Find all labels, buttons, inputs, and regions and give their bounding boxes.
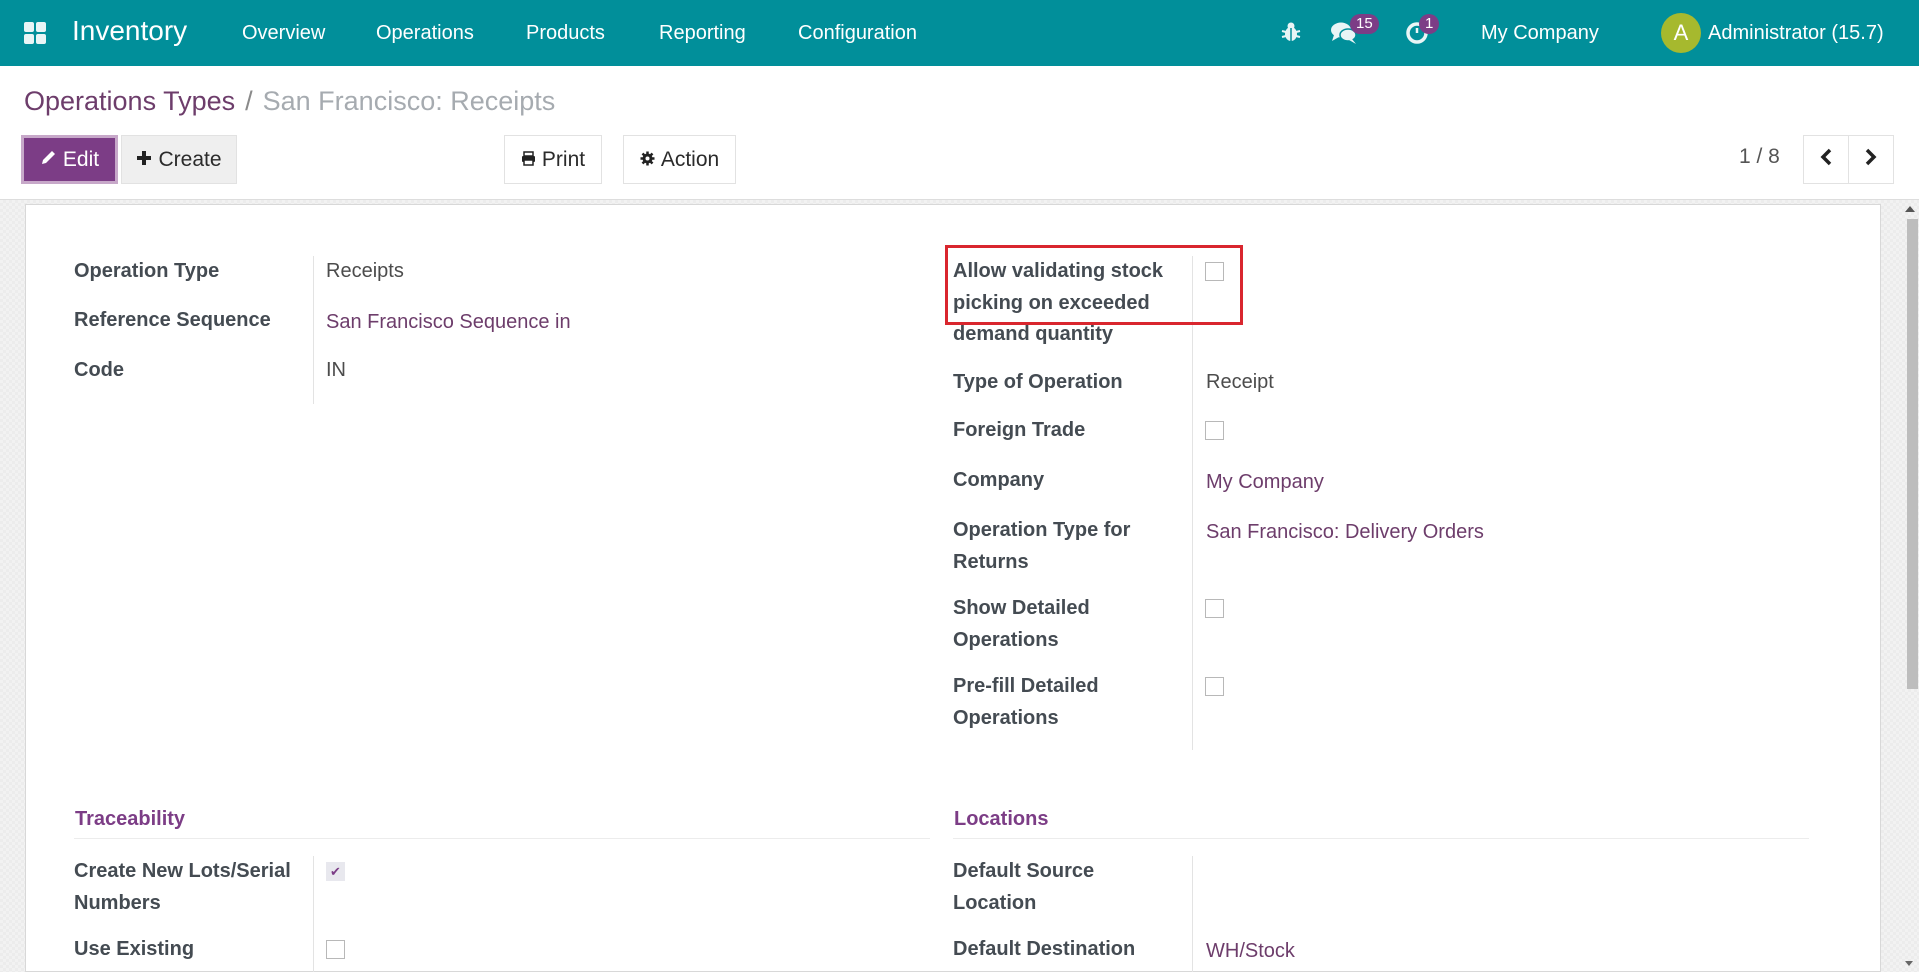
default-destination-link[interactable]: WH/Stock	[1206, 935, 1295, 967]
show-detailed-checkbox[interactable]	[1205, 599, 1224, 618]
messages-count-badge: 15	[1350, 14, 1379, 34]
top-navbar: Inventory Overview Operations Products R…	[0, 0, 1919, 66]
app-name[interactable]: Inventory	[72, 15, 187, 47]
operation-type-label: Operation Type	[74, 260, 220, 282]
highlight-annotation-box	[945, 245, 1243, 325]
bug-icon[interactable]	[1281, 21, 1301, 48]
action-label: Action	[660, 147, 720, 171]
prefill-detailed-label-line1: Pre-fill Detailed	[953, 675, 1099, 697]
pager-value[interactable]: 1 / 8	[1739, 145, 1780, 169]
create-new-lots-label-line1: Create New Lots/Serial	[74, 860, 291, 882]
pager-previous-button[interactable]	[1803, 135, 1849, 184]
breadcrumb-separator: /	[245, 86, 253, 116]
pencil-icon	[40, 148, 57, 172]
type-of-operation-label: Type of Operation	[953, 371, 1123, 393]
edit-label: Edit	[62, 147, 100, 171]
show-detailed-label-line2: Operations	[953, 629, 1059, 651]
default-source-label-line2: Location	[953, 892, 1037, 914]
locations-separator	[1192, 856, 1193, 972]
default-source-label-line1: Default Source	[953, 860, 1095, 882]
create-new-lots-checkbox[interactable]: ✔	[326, 862, 345, 881]
printer-icon	[521, 148, 536, 172]
return-type-label-line2: Returns	[953, 551, 1029, 573]
show-detailed-label-line1: Show Detailed	[953, 597, 1090, 619]
menu-configuration[interactable]: Configuration	[798, 22, 917, 45]
code-label: Code	[74, 359, 124, 381]
operation-type-value: Receipts	[326, 260, 404, 282]
company-link[interactable]: My Company	[1206, 466, 1324, 498]
left-group-separator	[313, 256, 314, 404]
scroll-down-arrow-icon[interactable]	[1905, 961, 1913, 966]
scroll-up-arrow-icon[interactable]	[1905, 206, 1915, 212]
plus-icon	[136, 148, 152, 172]
company-switcher[interactable]: My Company	[1481, 22, 1599, 45]
company-label: Company	[953, 469, 1045, 491]
menu-operations[interactable]: Operations	[376, 22, 474, 45]
traceability-title: Traceability	[75, 808, 186, 830]
foreign-trade-label: Foreign Trade	[953, 419, 1086, 441]
create-label: Create	[158, 147, 222, 171]
code-value: IN	[326, 359, 346, 381]
breadcrumb-current: San Francisco: Receipts	[262, 86, 556, 116]
gear-icon	[640, 148, 655, 172]
traceability-divider	[74, 838, 930, 839]
user-menu[interactable]: Administrator (15.7)	[1708, 22, 1884, 45]
default-destination-label: Default Destination	[953, 938, 1136, 960]
activities-count-badge: 1	[1419, 14, 1440, 34]
use-existing-checkbox[interactable]	[326, 940, 345, 959]
chevron-left-icon	[1819, 148, 1833, 171]
return-type-label-line1: Operation Type for	[953, 519, 1131, 541]
use-existing-label: Use Existing	[74, 938, 195, 960]
menu-products[interactable]: Products	[526, 22, 605, 45]
edit-button[interactable]: Edit	[21, 135, 118, 184]
checkmark-icon: ✔	[330, 864, 341, 879]
reference-sequence-label: Reference Sequence	[74, 309, 271, 331]
breadcrumb: Operations Types / San Francisco: Receipts	[24, 86, 555, 117]
pager-next-button[interactable]	[1848, 135, 1894, 184]
traceability-separator	[313, 856, 314, 972]
chevron-right-icon	[1864, 148, 1878, 171]
foreign-trade-checkbox[interactable]	[1205, 421, 1224, 440]
menu-overview[interactable]: Overview	[242, 22, 325, 45]
print-button[interactable]: Print	[504, 135, 602, 184]
vertical-scrollbar[interactable]	[1900, 199, 1919, 972]
menu-reporting[interactable]: Reporting	[659, 22, 746, 45]
right-group-separator	[1192, 256, 1193, 750]
avatar[interactable]: A	[1661, 13, 1701, 53]
print-label: Print	[541, 147, 586, 171]
locations-divider	[953, 838, 1809, 839]
apps-grid-icon[interactable]	[24, 22, 46, 44]
return-type-link[interactable]: San Francisco: Delivery Orders	[1206, 516, 1484, 548]
breadcrumb-parent[interactable]: Operations Types	[24, 86, 235, 116]
reference-sequence-link[interactable]: San Francisco Sequence in	[326, 306, 571, 338]
prefill-detailed-checkbox[interactable]	[1205, 677, 1224, 696]
locations-title: Locations	[954, 808, 1049, 830]
create-new-lots-label-line2: Numbers	[74, 892, 161, 914]
type-of-operation-value: Receipt	[1206, 371, 1274, 393]
scroll-thumb[interactable]	[1907, 219, 1918, 689]
action-button[interactable]: Action	[623, 135, 736, 184]
create-button[interactable]: Create	[121, 135, 237, 184]
prefill-detailed-label-line2: Operations	[953, 707, 1059, 729]
